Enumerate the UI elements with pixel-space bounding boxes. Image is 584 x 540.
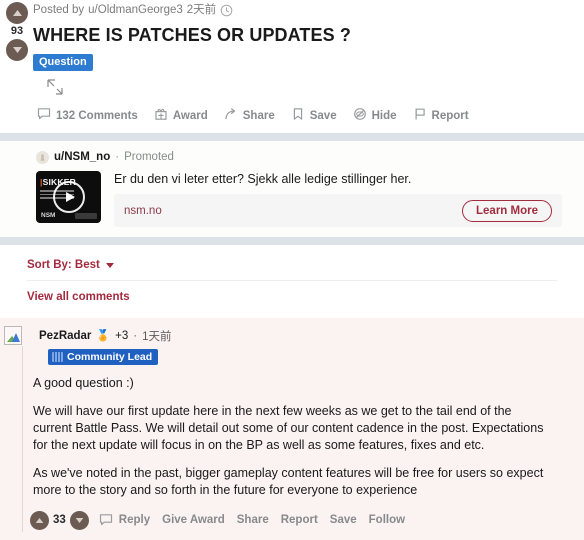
sort-divider bbox=[27, 280, 557, 281]
promoted-ad-container: u/NSM_no · Promoted |SIKKER NSM Er du de… bbox=[0, 141, 584, 237]
ad-main: |SIKKER NSM Er du den vi leter etter? Sj… bbox=[36, 171, 584, 227]
play-icon[interactable] bbox=[52, 181, 85, 213]
comment-save-button[interactable]: Save bbox=[324, 510, 363, 530]
ad-header: u/NSM_no · Promoted bbox=[36, 150, 584, 164]
comment-follow-button[interactable]: Follow bbox=[363, 510, 411, 530]
comment-upvote-button[interactable] bbox=[30, 510, 49, 530]
post-comments-label: 132 Comments bbox=[56, 109, 138, 122]
post-container: 93 Posted by u/OldmanGeorge3 2天前 WHERE I… bbox=[0, 0, 584, 133]
post-upvote-button[interactable] bbox=[6, 2, 28, 24]
post-byline: Posted by u/OldmanGeorge3 2天前 bbox=[33, 3, 584, 17]
ad-cta-bar: nsm.no Learn More bbox=[114, 194, 562, 227]
ad-thumbnail-logo: NSM bbox=[41, 212, 56, 219]
view-all-comments-link[interactable]: View all comments bbox=[27, 291, 130, 303]
chevron-down-icon bbox=[105, 262, 114, 268]
ad-subreddit-avatar-icon bbox=[36, 150, 49, 164]
comment-body: A good question :) We will have our firs… bbox=[33, 375, 552, 499]
comment-give-award-button[interactable]: Give Award bbox=[156, 510, 231, 530]
bookmark-icon bbox=[291, 107, 305, 124]
post-downvote-button[interactable] bbox=[6, 39, 28, 61]
post-hide-button[interactable]: Hide bbox=[345, 103, 405, 128]
comment-reply-button[interactable]: Reply bbox=[113, 510, 156, 530]
badge-glyph-icon bbox=[52, 352, 63, 362]
post-body: Posted by u/OldmanGeorge3 2天前 WHERE IS P… bbox=[33, 0, 584, 128]
post-award-label: Award bbox=[172, 109, 208, 122]
eye-off-icon bbox=[353, 107, 367, 124]
comment-downvote-button[interactable] bbox=[69, 510, 89, 530]
comment-share-button[interactable]: Share bbox=[231, 510, 275, 530]
ad-separator: · bbox=[115, 151, 120, 163]
post-report-label: Report bbox=[431, 109, 469, 122]
ad-headline[interactable]: Er du den vi leter etter? Sjekk alle led… bbox=[114, 171, 562, 187]
posted-by-label: Posted by bbox=[33, 4, 85, 16]
comment-reply-icon[interactable] bbox=[99, 513, 113, 527]
comment-award-count: +3 bbox=[115, 329, 129, 342]
post-vote-column: 93 bbox=[4, 2, 30, 61]
comment-item: PezRadar 🏅 +3 · 1天前 Community Lead A goo… bbox=[0, 318, 584, 540]
comment-timestamp: 1天前 bbox=[142, 330, 172, 343]
section-divider-bottom bbox=[0, 237, 584, 245]
comment-paragraph: As we've noted in the past, bigger gamep… bbox=[33, 466, 544, 497]
post-share-label: Share bbox=[242, 109, 275, 122]
sort-by-label: Sort By: Best bbox=[27, 259, 100, 271]
post-report-button[interactable]: Report bbox=[405, 103, 477, 128]
post-action-bar: 132 Comments Award Share Save Hide Repor… bbox=[29, 103, 584, 128]
ad-content: Er du den vi leter etter? Sjekk alle led… bbox=[114, 171, 584, 227]
comment-header: PezRadar 🏅 +3 · 1天前 bbox=[4, 326, 584, 345]
post-save-button[interactable]: Save bbox=[283, 103, 345, 128]
comment-author-link[interactable]: PezRadar bbox=[39, 330, 91, 342]
ad-url-label[interactable]: nsm.no bbox=[124, 205, 162, 217]
ad-subreddit-link[interactable]: u/NSM_no bbox=[54, 150, 110, 164]
comment-report-button[interactable]: Report bbox=[275, 510, 324, 530]
comment-action-bar: 33 Reply Give Award Share Report Save Fo… bbox=[30, 510, 584, 530]
award-badge-icon[interactable]: 🏅 bbox=[96, 329, 110, 342]
community-lead-badge: Community Lead bbox=[48, 349, 159, 365]
post-title: WHERE IS PATCHES OR UPDATES ? bbox=[33, 25, 351, 45]
ad-video-thumbnail[interactable]: |SIKKER NSM bbox=[36, 171, 101, 223]
share-icon bbox=[224, 107, 238, 124]
gift-icon bbox=[154, 107, 168, 124]
ad-thumbnail-badge bbox=[75, 213, 97, 219]
comment-paragraph: We will have our first update here in th… bbox=[33, 404, 544, 452]
comment-separator: · bbox=[133, 329, 138, 342]
resize-cursor-icon bbox=[45, 77, 71, 97]
comment-thread-line[interactable] bbox=[22, 346, 23, 532]
post-timestamp: 2天前 bbox=[186, 4, 217, 16]
post-author-link[interactable]: u/OldmanGeorge3 bbox=[88, 3, 183, 17]
comment-paragraph: A good question :) bbox=[33, 376, 134, 390]
clock-icon bbox=[220, 4, 233, 17]
post-save-label: Save bbox=[309, 109, 337, 122]
post-award-button[interactable]: Award bbox=[146, 103, 216, 128]
comments-section: Sort By: Best View all comments PezRadar… bbox=[0, 245, 584, 540]
comment-icon bbox=[37, 107, 51, 124]
post-hide-label: Hide bbox=[371, 109, 397, 122]
sort-by-dropdown[interactable]: Sort By: Best bbox=[27, 259, 114, 271]
community-lead-label: Community Lead bbox=[67, 351, 153, 363]
ad-promoted-label: Promoted bbox=[124, 151, 174, 163]
post-score: 93 bbox=[10, 25, 24, 37]
broken-image-icon bbox=[4, 326, 22, 345]
post-share-button[interactable]: Share bbox=[216, 103, 283, 128]
comment-score: 33 bbox=[53, 514, 66, 526]
post-comments-button[interactable]: 132 Comments bbox=[29, 103, 146, 128]
flag-icon bbox=[413, 107, 427, 124]
learn-more-button[interactable]: Learn More bbox=[462, 199, 552, 222]
post-flair-question[interactable]: Question bbox=[33, 54, 93, 71]
section-divider-top bbox=[0, 133, 584, 141]
